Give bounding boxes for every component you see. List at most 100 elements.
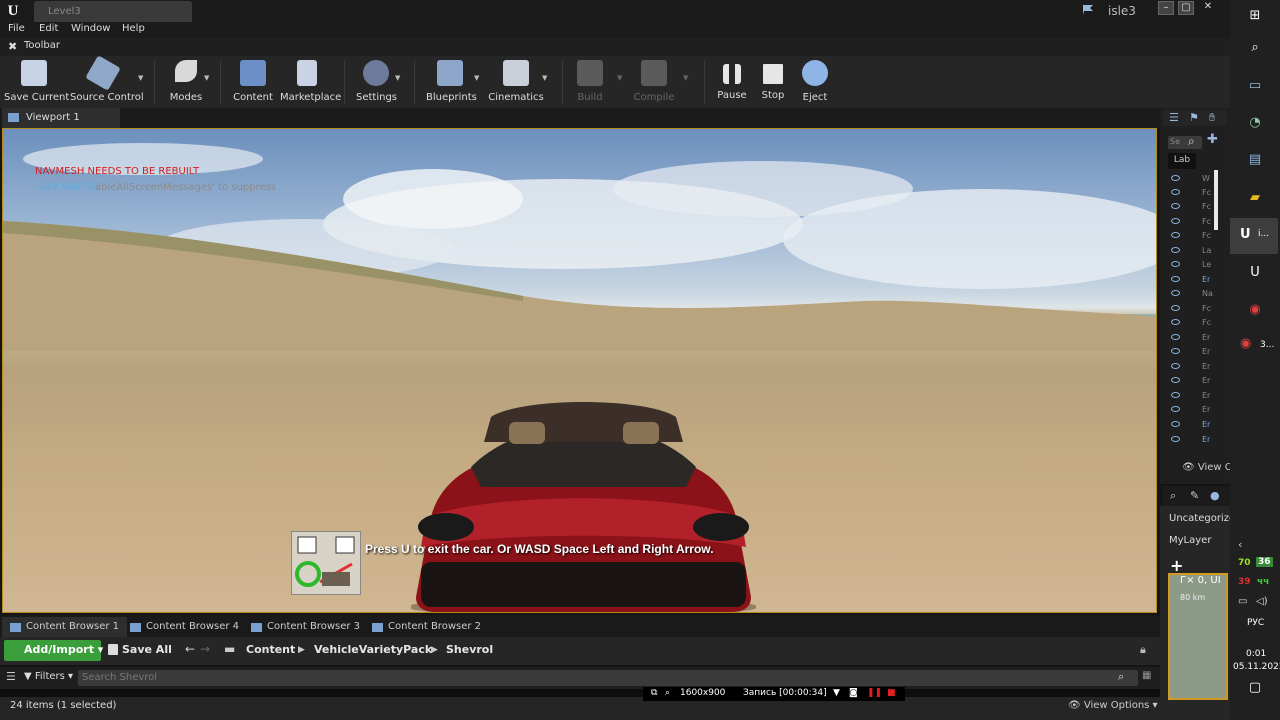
outliner-row[interactable]: Fc (1168, 187, 1218, 201)
outliner-row[interactable]: Er (1168, 361, 1218, 375)
camera-icon[interactable]: ◙ (849, 688, 858, 698)
visibility-eye-icon[interactable] (1171, 305, 1180, 311)
outliner-row[interactable]: W (1168, 173, 1218, 187)
tab-content-browser-4[interactable]: Content Browser 4 (122, 617, 247, 637)
globe-icon[interactable]: ● (1210, 489, 1220, 502)
save-all-button[interactable]: Save All (122, 643, 172, 656)
chevron-left-icon[interactable]: ‹ (1238, 538, 1242, 551)
visibility-eye-icon[interactable] (1171, 436, 1180, 442)
visibility-eye-icon[interactable] (1171, 232, 1180, 238)
settings-button[interactable]: Settings (356, 56, 397, 106)
input-language[interactable]: РУС (1247, 618, 1264, 628)
resize-icon[interactable]: ⧉ (651, 688, 657, 698)
breadcrumb-shevrol[interactable]: Shevrol (446, 643, 493, 656)
app-window-icon[interactable]: ▭ (1244, 76, 1266, 96)
visibility-eye-icon[interactable] (1171, 406, 1180, 412)
grid-icon[interactable]: ▦ (1142, 670, 1151, 681)
menu-file[interactable]: File (8, 23, 25, 34)
visibility-eye-icon[interactable] (1171, 261, 1180, 267)
modes-button[interactable]: Modes (166, 56, 206, 106)
outliner-row[interactable]: Er (1168, 419, 1218, 433)
folder-icon[interactable]: ▰ (1244, 188, 1266, 208)
outliner-label-column[interactable]: Lab (1168, 153, 1196, 169)
outliner-row[interactable]: Fc (1168, 230, 1218, 244)
pause-record-icon[interactable]: ❚❚ (867, 688, 882, 698)
notifications-icon[interactable]: ▢ (1244, 678, 1266, 698)
outliner-row[interactable]: Er (1168, 390, 1218, 404)
stop-button[interactable]: Stop (756, 56, 790, 106)
close-button[interactable]: ✕ (1200, 1, 1216, 15)
chevron-right-icon[interactable]: ▶ (298, 645, 305, 655)
visibility-eye-icon[interactable] (1171, 421, 1180, 427)
search-icon[interactable]: ⌕ (1170, 489, 1176, 503)
minimize-button[interactable]: – (1158, 1, 1174, 15)
visibility-eye-icon[interactable] (1171, 377, 1180, 383)
tab-content-browser-1[interactable]: Content Browser 1 (2, 617, 128, 637)
level-viewport[interactable]: NAVMESH NEEDS TO BE REBUILT -249.508795 … (2, 128, 1157, 613)
add-import-button[interactable]: Add/Import ▾ (4, 640, 103, 661)
maximize-button[interactable]: ▢ (1178, 1, 1194, 15)
outliner-row[interactable]: Er (1168, 434, 1218, 448)
breadcrumb-content[interactable]: Content (246, 643, 295, 656)
search-icon[interactable]: ⌕ (1188, 134, 1195, 149)
menu-help[interactable]: Help (122, 23, 145, 34)
marketplace-button[interactable]: Marketplace (280, 56, 341, 106)
tab-content-browser-2[interactable]: Content Browser 2 (364, 617, 489, 637)
outliner-row[interactable]: La (1168, 245, 1218, 259)
outliner-view-options-button[interactable]: 👁︎ View O (1182, 462, 1233, 473)
chevron-down-icon[interactable]: ▼ (204, 74, 209, 82)
sources-toggle-icon[interactable]: ☰ (6, 670, 16, 683)
hand-icon[interactable]: ✋︎ (1209, 111, 1215, 125)
build-button[interactable]: Build (574, 56, 606, 106)
outliner-row[interactable]: Fc (1168, 201, 1218, 215)
visibility-eye-icon[interactable] (1171, 203, 1180, 209)
outliner-row[interactable]: Fc (1168, 216, 1218, 230)
taskbar-unreal-active[interactable]: U i... (1230, 218, 1278, 254)
outliner-search-input[interactable]: Se (1168, 136, 1202, 149)
chevron-down-icon[interactable]: ▼ (833, 688, 840, 698)
view-options-button[interactable]: 👁︎ View Options ▾ (1068, 700, 1158, 711)
visibility-eye-icon[interactable] (1171, 189, 1180, 195)
lock-icon[interactable]: 🔒︎ (1140, 643, 1146, 657)
back-arrow-icon[interactable]: ← (185, 642, 195, 656)
details-icon[interactable]: ⚑ (1189, 111, 1199, 124)
compile-button[interactable]: Compile (632, 56, 676, 106)
outliner-icon[interactable]: ☰ (1169, 111, 1179, 124)
breadcrumb-vehiclevarietypack[interactable]: VehicleVarietyPack (314, 643, 432, 656)
visibility-eye-icon[interactable] (1171, 247, 1180, 253)
visibility-eye-icon[interactable] (1171, 363, 1180, 369)
clock-time[interactable]: 0:01 (1246, 649, 1266, 659)
outliner-row[interactable]: Fc (1168, 317, 1218, 331)
outliner-scrollbar[interactable] (1214, 170, 1218, 230)
outliner-row[interactable]: Er (1168, 274, 1218, 288)
menu-window[interactable]: Window (71, 23, 110, 34)
chevron-down-icon[interactable]: ▼ (617, 74, 622, 82)
windows-start-icon[interactable]: ⊞ (1244, 6, 1266, 26)
volume-icon[interactable]: ◁) (1256, 596, 1268, 607)
visibility-eye-icon[interactable] (1171, 334, 1180, 340)
save-current-button[interactable]: Save Current (4, 56, 69, 106)
level-tab[interactable]: Level3 (34, 1, 192, 22)
stop-record-icon[interactable]: ■ (887, 688, 896, 698)
network-icon[interactable]: ▭ (1238, 596, 1247, 607)
outliner-row[interactable]: Fc (1168, 303, 1218, 317)
clock-date[interactable]: 05.11.2023 (1233, 662, 1280, 672)
forward-arrow-icon[interactable]: → (200, 642, 210, 656)
tab-viewport-1[interactable]: Viewport 1 (2, 108, 120, 128)
outliner-row[interactable]: Er (1168, 404, 1218, 418)
document-icon[interactable]: ▤ (1244, 150, 1266, 170)
paint-icon[interactable]: ✎ (1190, 489, 1199, 502)
chevron-down-icon[interactable]: ▼ (683, 74, 688, 82)
tab-content-browser-3[interactable]: Content Browser 3 (243, 617, 368, 637)
chevron-down-icon[interactable]: ▼ (474, 74, 479, 82)
unreal-app-icon[interactable]: U (1244, 263, 1266, 283)
outliner-row[interactable]: Le (1168, 259, 1218, 273)
eject-button[interactable]: Eject (798, 56, 832, 106)
visibility-eye-icon[interactable] (1171, 348, 1180, 354)
chevron-right-icon[interactable]: ▶ (431, 645, 438, 655)
outliner-row[interactable]: Er (1168, 346, 1218, 360)
chevron-down-icon[interactable]: ▼ (395, 74, 400, 82)
layer-uncategorized[interactable]: Uncategorize (1169, 513, 1235, 524)
search-icon[interactable]: ⌕ (1118, 670, 1124, 684)
blueprints-button[interactable]: Blueprints (426, 56, 477, 106)
